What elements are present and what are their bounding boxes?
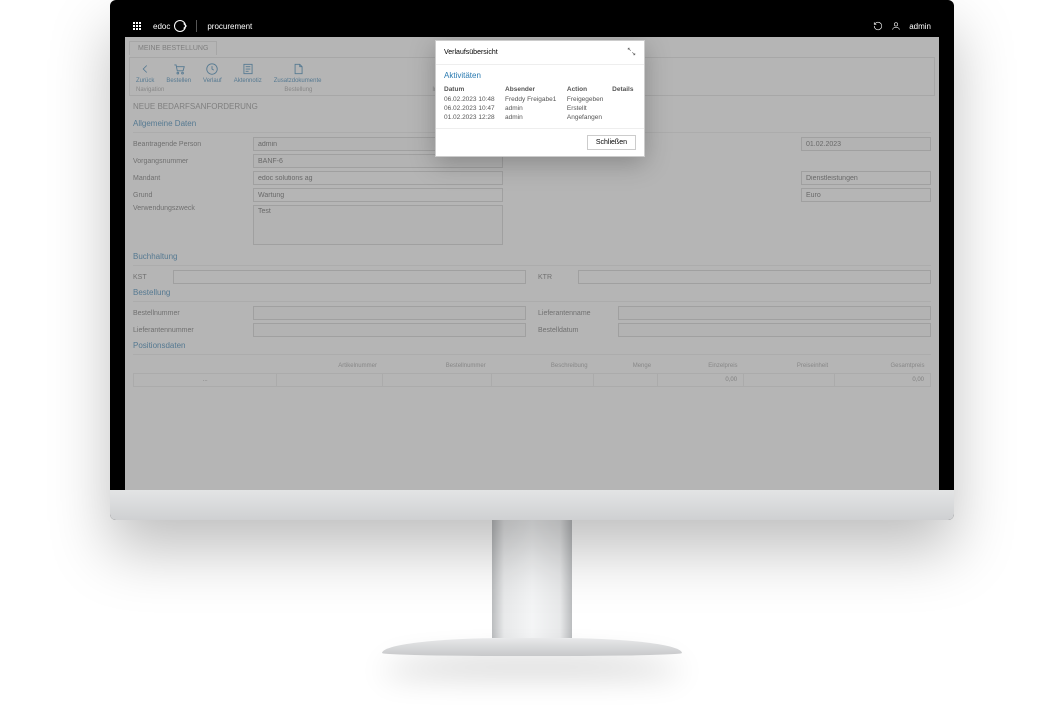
refresh-icon[interactable] [873, 21, 883, 31]
cell-gesamt: 0,00 [834, 374, 930, 387]
input-date[interactable] [801, 137, 931, 151]
cart-icon [172, 62, 186, 76]
history-dialog: Verlaufsübersicht Aktivitäten Datum Abse… [435, 40, 645, 157]
separator [196, 20, 197, 32]
label-grund: Grund [133, 192, 253, 199]
toolbar-label: Aktennotiz [234, 78, 262, 84]
user-icon[interactable] [891, 21, 901, 31]
select-type[interactable] [801, 171, 931, 185]
section-order: Bestellung [133, 284, 931, 302]
section-positions: Positionsdaten [133, 337, 931, 355]
table-row[interactable]: ... 0,00 0,00 [134, 374, 931, 387]
select-kst[interactable] [173, 270, 526, 284]
toolbar-history[interactable]: Verlauf [203, 62, 222, 84]
col-action: Action [567, 86, 612, 95]
col-beschreibung: Beschreibung [492, 359, 594, 374]
activity-table: Datum Absender Action Details 06.02.2023… [444, 86, 636, 122]
section-accounting: Buchhaltung [133, 248, 931, 266]
brand-logo: edoc [153, 20, 186, 32]
label-requester: Beantragende Person [133, 141, 253, 148]
input-bestelldatum[interactable] [618, 323, 931, 337]
toolbar-label: Zurück [136, 78, 154, 84]
col-absender: Absender [505, 86, 567, 95]
expand-icon[interactable] [627, 47, 636, 58]
table-row: 06.02.2023 10:48 Freddy Freigabe1 Freige… [444, 95, 636, 104]
label-bestelldatum: Bestelldatum [538, 327, 618, 334]
document-icon [291, 62, 305, 76]
label-bestellnr: Bestellnummer [133, 310, 253, 317]
positions-table: Artikelnummer Bestellnummer Beschreibung… [133, 359, 931, 387]
toolbar-group: Navigation [136, 87, 164, 93]
apps-grid-icon[interactable] [133, 22, 141, 30]
input-liefnr[interactable] [253, 323, 526, 337]
module-name: procurement [207, 22, 252, 31]
col-bestellnr: Bestellnummer [383, 359, 492, 374]
select-ktr[interactable] [578, 270, 931, 284]
close-button[interactable]: Schließen [587, 135, 636, 150]
label-liefnr: Lieferantennummer [133, 327, 253, 334]
table-row: 06.02.2023 10:47 admin Erstellt [444, 104, 636, 113]
label-vorgang: Vorgangsnummer [133, 158, 253, 165]
col-preiseinheit: Preiseinheit [744, 359, 835, 374]
toolbar-note[interactable]: Aktennotiz [234, 62, 262, 84]
label-ktr: KTR [538, 274, 578, 281]
label-mandant: Mandant [133, 175, 253, 182]
input-bestellnr[interactable] [253, 306, 526, 320]
breadcrumb-tab[interactable]: MEINE BESTELLUNG [129, 41, 217, 55]
user-name[interactable]: admin [909, 22, 931, 31]
history-icon [205, 62, 219, 76]
label-zweck: Verwendungszweck [133, 205, 253, 212]
select-grund[interactable] [253, 188, 503, 202]
toolbar-docs[interactable]: Zusatzdokumente [274, 62, 322, 84]
toolbar-label: Verlauf [203, 78, 222, 84]
col-datum: Datum [444, 86, 505, 95]
back-icon [138, 62, 152, 76]
select-mandant[interactable] [253, 171, 503, 185]
app-topbar: edoc procurement admin [125, 15, 939, 37]
brand-text: edoc [153, 22, 170, 31]
dialog-title: Verlaufsübersicht [444, 49, 498, 56]
dialog-subtitle: Aktivitäten [444, 71, 636, 80]
col-einzelpreis: Einzelpreis [657, 359, 743, 374]
brand-ring-icon [174, 20, 186, 32]
col-details: Details [612, 86, 636, 95]
col-artikelnr: Artikelnummer [277, 359, 383, 374]
note-icon [241, 62, 255, 76]
cell-einzelpreis: 0,00 [657, 374, 743, 387]
col-menge: Menge [594, 359, 657, 374]
row-actions[interactable]: ... [134, 374, 277, 387]
col-gesamt: Gesamtpreis [834, 359, 930, 374]
toolbar-group: Bestellung [284, 87, 312, 93]
input-liefname[interactable] [618, 306, 931, 320]
toolbar-order[interactable]: Bestellen [166, 62, 191, 84]
label-kst: KST [133, 274, 173, 281]
textarea-zweck[interactable] [253, 205, 503, 245]
toolbar-label: Bestellen [166, 78, 191, 84]
select-currency[interactable] [801, 188, 931, 202]
table-row: 01.02.2023 12:28 admin Angefangen [444, 113, 636, 122]
toolbar-back[interactable]: Zurück [136, 62, 154, 84]
toolbar-label: Zusatzdokumente [274, 78, 322, 84]
label-liefname: Lieferantenname [538, 310, 618, 317]
